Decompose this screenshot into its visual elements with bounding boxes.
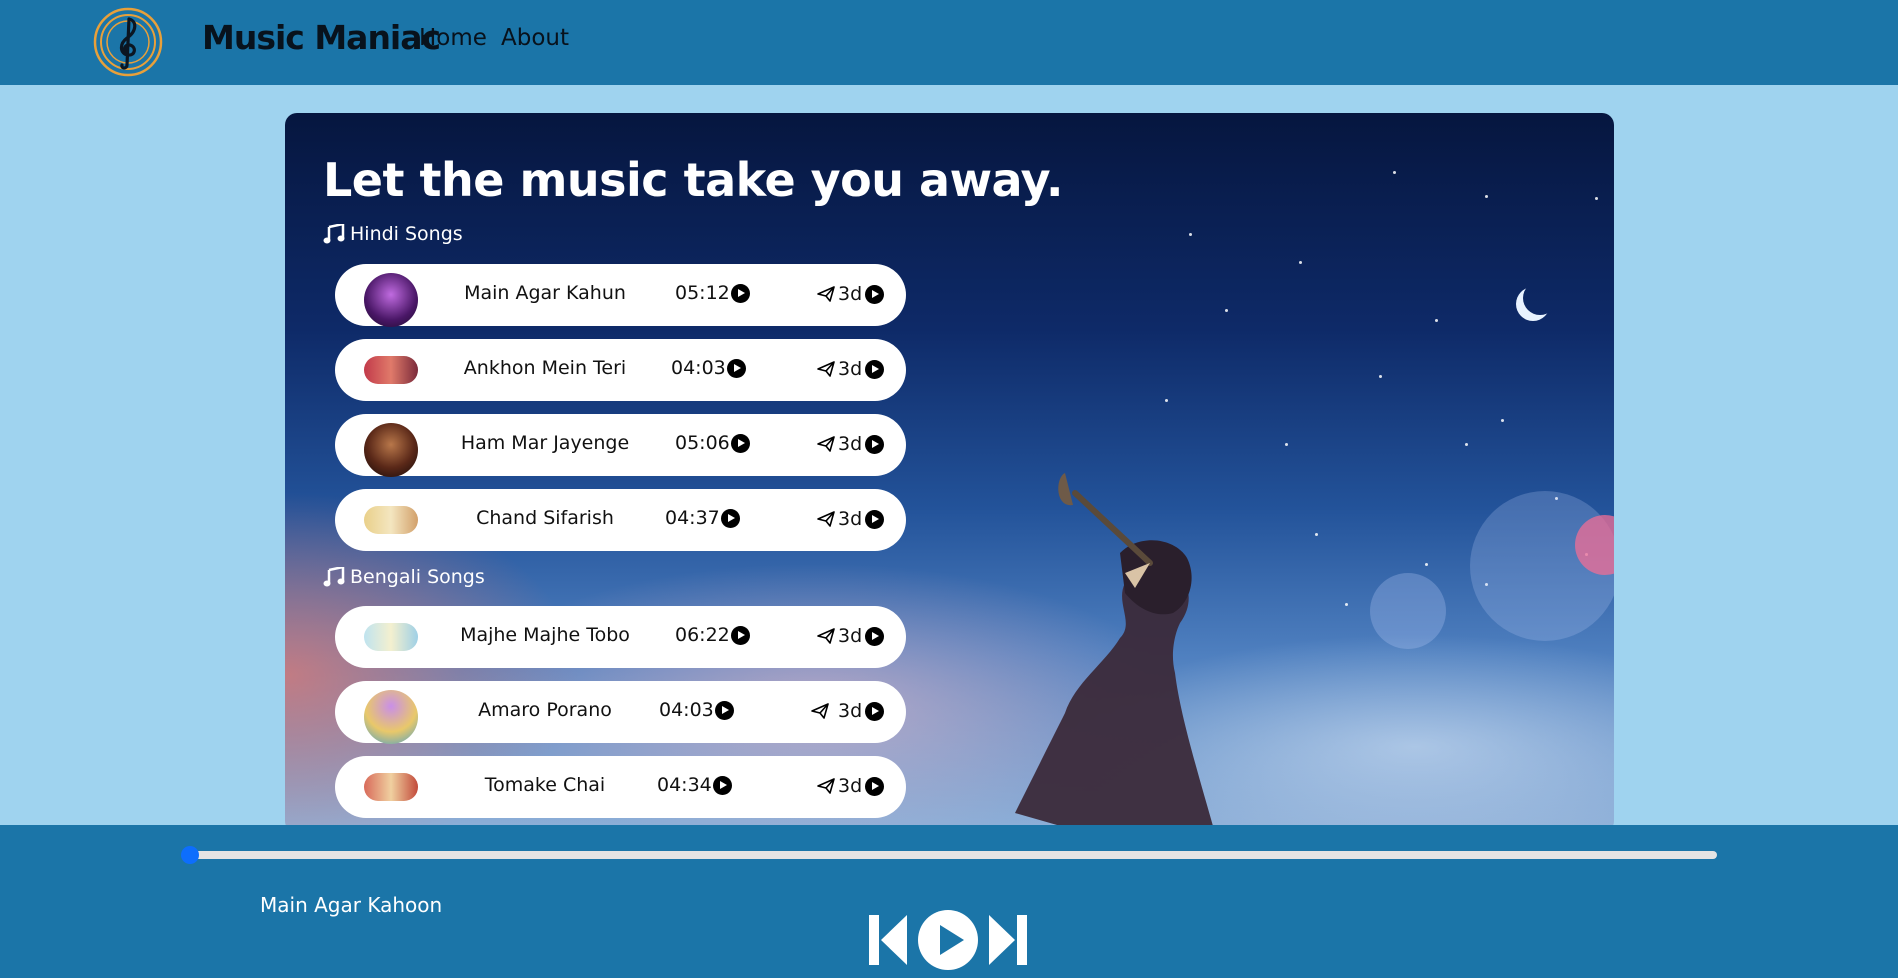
trumpet-girl-illustration bbox=[1015, 473, 1215, 833]
moon-icon bbox=[1523, 281, 1557, 315]
play-icon[interactable] bbox=[865, 776, 885, 796]
song-meta: 3d bbox=[817, 775, 885, 797]
song-title: Main Agar Kahun bbox=[464, 282, 626, 304]
song-meta: 3d bbox=[817, 625, 885, 647]
hero-banner: Let the music take you away. Hindi Songs… bbox=[285, 113, 1614, 833]
skip-back-icon[interactable] bbox=[867, 911, 909, 969]
song-title: Chand Sifarish bbox=[476, 507, 614, 529]
song-thumbnail bbox=[364, 690, 418, 744]
song-meta: 3d bbox=[817, 358, 885, 380]
song-thumbnail bbox=[364, 623, 418, 651]
song-item-chand-sifarish[interactable]: Chand Sifarish 04:37 3d bbox=[335, 489, 906, 551]
song-item-ham-mar-jayenge[interactable]: Ham Mar Jayenge 05:06 3d bbox=[335, 414, 906, 477]
song-item-majhe-majhe-tobo[interactable]: Majhe Majhe Tobo 06:22 3d bbox=[335, 606, 906, 668]
song-age: 3d bbox=[838, 358, 863, 380]
song-age: 3d bbox=[838, 508, 863, 530]
duration-text: 04:03 bbox=[659, 699, 714, 721]
paper-plane-icon bbox=[817, 436, 835, 452]
song-thumbnail bbox=[364, 773, 418, 801]
duration-text: 04:34 bbox=[657, 774, 712, 796]
song-title: Ankhon Mein Teri bbox=[463, 357, 627, 379]
song-duration[interactable]: 06:22 bbox=[675, 624, 750, 646]
song-item-tomake-chai[interactable]: Tomake Chai 04:34 3d bbox=[335, 756, 906, 818]
duration-text: 04:37 bbox=[665, 507, 720, 529]
paper-plane-icon bbox=[817, 511, 835, 527]
song-thumbnail bbox=[364, 273, 418, 327]
play-circle-icon[interactable] bbox=[917, 909, 979, 971]
song-duration[interactable]: 04:03 bbox=[659, 699, 734, 721]
player-bar: Main Agar Kahoon bbox=[0, 825, 1898, 978]
duration-text: 04:03 bbox=[671, 357, 726, 379]
paper-plane-icon bbox=[817, 778, 835, 794]
song-item-main-agar-kahun[interactable]: Main Agar Kahun 05:12 3d bbox=[335, 264, 906, 327]
song-meta: 3d bbox=[811, 700, 885, 722]
play-icon[interactable] bbox=[865, 701, 885, 721]
play-icon[interactable] bbox=[865, 626, 885, 646]
section-label-hindi: Hindi Songs bbox=[323, 223, 463, 245]
song-title: Amaro Porano bbox=[478, 699, 612, 721]
paper-plane-icon bbox=[817, 286, 835, 302]
bokeh-light bbox=[1370, 573, 1446, 649]
player-controls bbox=[867, 910, 1029, 970]
song-item-ankhon-mein-teri[interactable]: Ankhon Mein Teri 04:03 3d bbox=[335, 339, 906, 401]
nav-home-link[interactable]: Home bbox=[419, 25, 487, 51]
navbar: Music Maniac Home About bbox=[0, 0, 1898, 85]
song-age: 3d bbox=[838, 625, 863, 647]
song-title: Majhe Majhe Tobo bbox=[460, 624, 630, 646]
song-duration[interactable]: 05:12 bbox=[675, 282, 750, 304]
song-duration[interactable]: 04:34 bbox=[657, 774, 732, 796]
song-duration[interactable]: 05:06 bbox=[675, 432, 750, 454]
song-age: 3d bbox=[838, 775, 863, 797]
section-label-text: Hindi Songs bbox=[350, 223, 463, 245]
now-playing-title: Main Agar Kahoon bbox=[260, 893, 443, 917]
play-icon[interactable] bbox=[730, 433, 750, 453]
song-meta: 3d bbox=[817, 508, 885, 530]
duration-text: 05:12 bbox=[675, 282, 730, 304]
song-title: Ham Mar Jayenge bbox=[460, 432, 630, 454]
song-age: 3d bbox=[838, 700, 863, 722]
duration-text: 06:22 bbox=[675, 624, 730, 646]
music-note-icon bbox=[323, 567, 345, 587]
play-icon[interactable] bbox=[730, 625, 750, 645]
song-age: 3d bbox=[838, 433, 863, 455]
nav-about-link[interactable]: About bbox=[501, 25, 569, 51]
song-meta: 3d bbox=[817, 433, 885, 455]
song-item-amaro-porano[interactable]: Amaro Porano 04:03 3d bbox=[335, 681, 906, 744]
progress-bar[interactable] bbox=[187, 851, 1717, 859]
play-icon[interactable] bbox=[865, 434, 885, 454]
play-icon[interactable] bbox=[730, 283, 750, 303]
play-icon[interactable] bbox=[865, 284, 885, 304]
duration-text: 05:06 bbox=[675, 432, 730, 454]
section-label-bengali: Bengali Songs bbox=[323, 566, 485, 588]
paper-plane-icon bbox=[817, 361, 835, 377]
play-icon[interactable] bbox=[865, 359, 885, 379]
song-title: Tomake Chai bbox=[484, 774, 606, 796]
song-age: 3d bbox=[838, 283, 863, 305]
song-meta: 3d bbox=[817, 283, 885, 305]
play-icon[interactable] bbox=[720, 508, 740, 528]
song-thumbnail bbox=[364, 506, 418, 534]
paper-plane-icon bbox=[811, 703, 829, 719]
song-thumbnail bbox=[364, 423, 418, 477]
music-note-icon bbox=[323, 224, 345, 244]
progress-thumb[interactable] bbox=[181, 846, 199, 864]
brand-name[interactable]: Music Maniac bbox=[202, 18, 441, 57]
skip-forward-icon[interactable] bbox=[987, 911, 1029, 969]
play-icon[interactable] bbox=[865, 509, 885, 529]
section-label-text: Bengali Songs bbox=[350, 566, 485, 588]
play-icon[interactable] bbox=[726, 358, 746, 378]
paper-plane-icon bbox=[817, 628, 835, 644]
song-thumbnail bbox=[364, 356, 418, 384]
song-duration[interactable]: 04:37 bbox=[665, 507, 740, 529]
treble-clef-icon[interactable] bbox=[93, 7, 163, 77]
play-icon[interactable] bbox=[714, 700, 734, 720]
hero-title: Let the music take you away. bbox=[323, 153, 1063, 207]
song-duration[interactable]: 04:03 bbox=[671, 357, 746, 379]
play-icon[interactable] bbox=[712, 775, 732, 795]
